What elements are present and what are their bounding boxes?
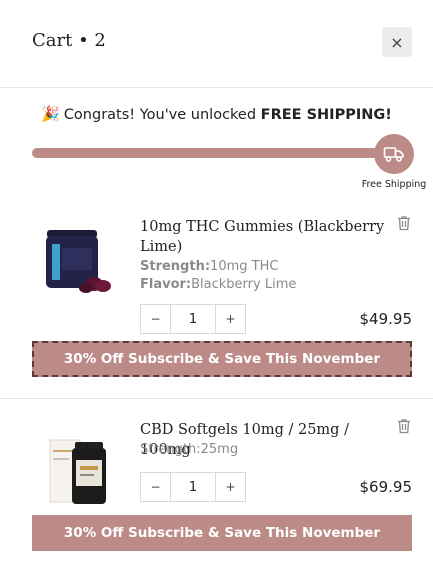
product-strength: Strength:10mg THC — [140, 259, 278, 274]
subscribe-save-button[interactable]: 30% Off Subscribe & Save This November — [32, 341, 412, 377]
flavor-label: Flavor: — [140, 277, 192, 292]
free-shipping-message: 🎉 Congrats! You've unlocked FREE SHIPPING… — [0, 105, 433, 123]
product-image-softgels[interactable] — [32, 428, 122, 518]
plus-icon[interactable]: + — [216, 473, 245, 501]
product-price: $69.95 — [359, 478, 413, 496]
quantity-stepper: − 1 + — [140, 472, 246, 502]
product-image-gummies[interactable] — [32, 222, 122, 312]
free-shipping-goal-label: Free Shipping — [361, 179, 427, 190]
product-name[interactable]: 10mg THC Gummies (Blackberry Lime) — [140, 217, 390, 257]
quantity-input[interactable]: 1 — [170, 473, 216, 501]
shipping-highlight: FREE SHIPPING! — [260, 107, 392, 123]
shipping-message-text: Congrats! You've unlocked — [63, 107, 257, 123]
quantity-input[interactable]: 1 — [170, 305, 216, 333]
cart-header: Cart • 2 × — [0, 0, 433, 88]
quantity-stepper: − 1 + — [140, 304, 246, 334]
minus-icon[interactable]: − — [141, 473, 170, 501]
product-price: $49.95 — [359, 310, 413, 328]
strength-value: 10mg THC — [210, 259, 279, 274]
strength-label: Strength: — [140, 259, 211, 274]
truck-icon — [374, 134, 414, 174]
plus-icon[interactable]: + — [216, 305, 245, 333]
close-icon: × — [390, 32, 404, 52]
party-popper-icon: 🎉 — [41, 105, 60, 123]
close-button[interactable]: × — [382, 27, 412, 57]
product-strength: Strength:25mg — [140, 442, 239, 457]
trash-icon[interactable] — [397, 418, 413, 434]
shipping-progress-bar — [32, 148, 394, 158]
shipping-progress-fill — [32, 148, 394, 158]
minus-icon[interactable]: − — [141, 305, 170, 333]
flavor-value: Blackberry Lime — [191, 277, 297, 292]
divider — [0, 398, 433, 399]
subscribe-save-button[interactable]: 30% Off Subscribe & Save This November — [32, 515, 412, 551]
product-flavor: Flavor:Blackberry Lime — [140, 277, 296, 292]
trash-icon[interactable] — [397, 215, 413, 231]
cart-title: Cart • 2 — [32, 30, 106, 51]
